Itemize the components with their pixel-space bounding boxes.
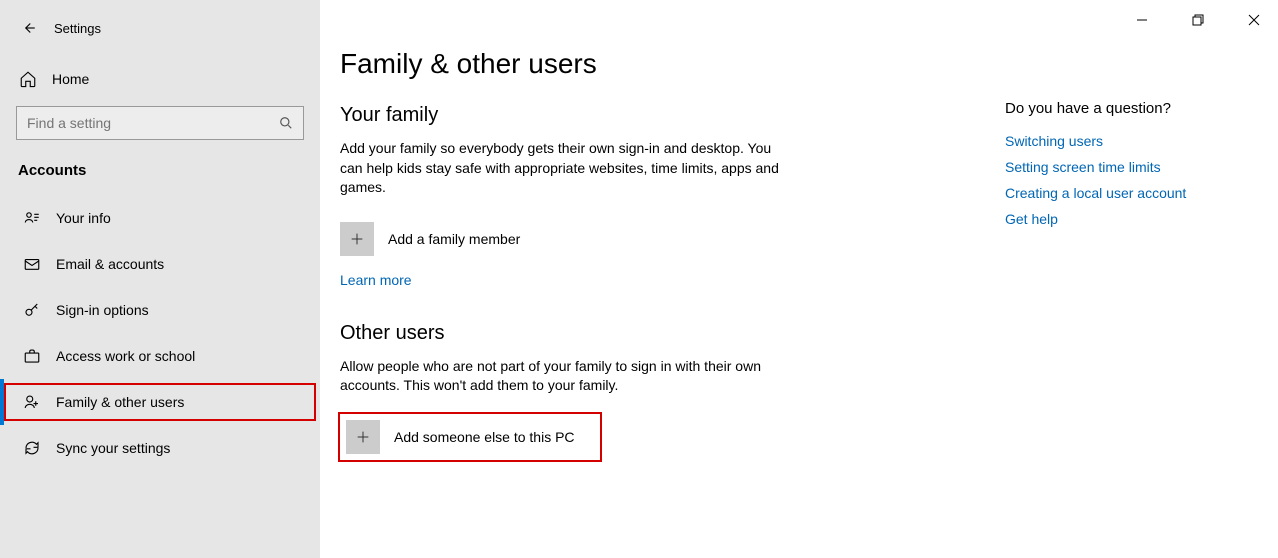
family-heading: Your family [340, 104, 960, 127]
window-controls [1128, 6, 1268, 34]
close-icon [1248, 14, 1260, 26]
briefcase-icon [22, 347, 42, 365]
nav-access-work[interactable]: Access work or school [0, 333, 320, 379]
main-content: Family & other users Your family Add you… [340, 48, 960, 460]
nav-label: Access work or school [56, 348, 195, 364]
help-link-local-account[interactable]: Creating a local user account [1005, 185, 1245, 201]
close-button[interactable] [1240, 6, 1268, 34]
maximize-icon [1192, 14, 1204, 26]
nav-label: Sync your settings [56, 440, 170, 456]
other-heading: Other users [340, 322, 960, 345]
nav-label: Your info [56, 210, 111, 226]
category-label: Accounts [0, 148, 320, 187]
home-label: Home [52, 71, 89, 87]
help-link-switching-users[interactable]: Switching users [1005, 133, 1245, 149]
app-title: Settings [54, 21, 101, 36]
people-icon [22, 393, 42, 411]
person-card-icon [22, 209, 42, 227]
search-input[interactable] [27, 115, 253, 131]
minimize-icon [1136, 14, 1148, 26]
search-box[interactable] [16, 106, 304, 140]
nav-email-accounts[interactable]: Email & accounts [0, 241, 320, 287]
maximize-button[interactable] [1184, 6, 1212, 34]
arrow-left-icon [19, 19, 37, 37]
add-someone-label: Add someone else to this PC [394, 429, 575, 445]
nav-label: Sign-in options [56, 302, 149, 318]
nav-label: Family & other users [56, 394, 184, 410]
add-family-member-button[interactable]: Add a family member [340, 216, 780, 262]
help-pane: Do you have a question? Switching users … [1005, 100, 1245, 237]
page-title: Family & other users [340, 48, 960, 80]
home-nav[interactable]: Home [0, 60, 320, 98]
mail-icon [22, 255, 42, 273]
help-link-screen-time[interactable]: Setting screen time limits [1005, 159, 1245, 175]
help-heading: Do you have a question? [1005, 100, 1245, 117]
titlebar: Settings [0, 8, 320, 48]
add-someone-else-button[interactable]: Add someone else to this PC [340, 414, 600, 460]
nav-your-info[interactable]: Your info [0, 195, 320, 241]
nav-signin-options[interactable]: Sign-in options [0, 287, 320, 333]
nav-list: Your info Email & accounts Sign-in optio… [0, 195, 320, 471]
help-link-get-help[interactable]: Get help [1005, 211, 1245, 227]
nav-label: Email & accounts [56, 256, 164, 272]
search-icon [279, 116, 293, 130]
nav-family-other-users[interactable]: Family & other users [0, 379, 320, 425]
plus-icon [346, 420, 380, 454]
back-button[interactable] [8, 8, 48, 48]
nav-sync-settings[interactable]: Sync your settings [0, 425, 320, 471]
learn-more-link[interactable]: Learn more [340, 272, 412, 288]
add-family-label: Add a family member [388, 231, 520, 247]
plus-icon [340, 222, 374, 256]
family-desc: Add your family so everybody gets their … [340, 139, 780, 198]
sync-icon [22, 439, 42, 457]
home-icon [18, 70, 38, 88]
key-icon [22, 301, 42, 319]
minimize-button[interactable] [1128, 6, 1156, 34]
other-desc: Allow people who are not part of your fa… [340, 357, 780, 396]
sidebar: Settings Home Accounts Your info Email &… [0, 0, 320, 558]
